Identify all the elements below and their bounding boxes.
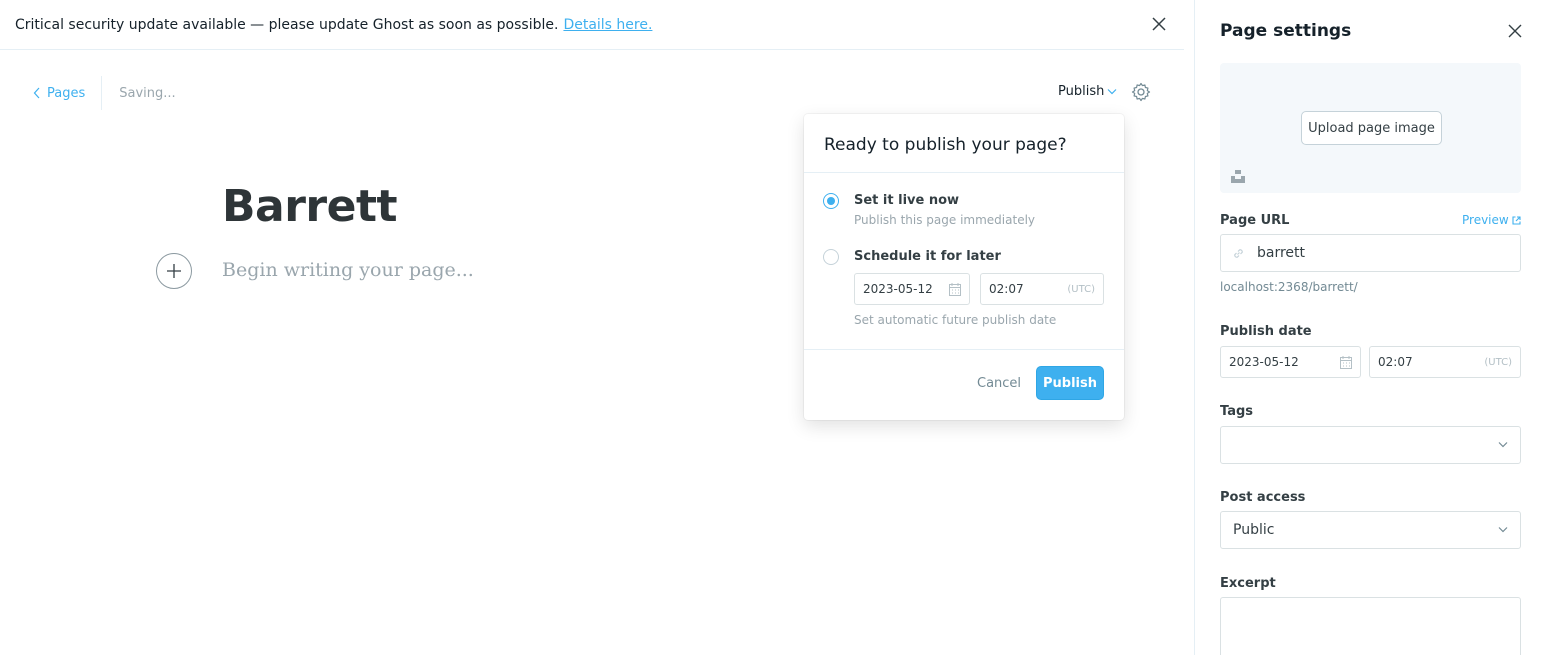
option-later-description: Set automatic future publish date <box>854 313 1057 327</box>
gear-icon[interactable] <box>1131 82 1151 102</box>
unsplash-icon[interactable] <box>1231 169 1245 183</box>
page-title[interactable]: Barrett <box>222 181 398 232</box>
publish-button[interactable]: Publish <box>1036 366 1104 400</box>
chevron-left-icon <box>33 87 40 99</box>
excerpt-textarea[interactable] <box>1220 597 1521 655</box>
security-alert-banner: Critical security update available — ple… <box>0 0 1184 50</box>
publish-date-value: 2023-05-12 <box>1229 355 1299 369</box>
tags-label: Tags <box>1220 404 1254 419</box>
close-icon[interactable] <box>1508 24 1522 38</box>
chevron-down-icon <box>1498 442 1508 448</box>
option-now-title[interactable]: Set it live now <box>854 193 959 208</box>
calendar-icon[interactable] <box>949 283 961 296</box>
publish-time-value: 02:07 <box>1378 355 1413 369</box>
save-status: Saving... <box>119 85 176 101</box>
chevron-down-icon <box>1498 527 1508 533</box>
radio-schedule-later[interactable] <box>823 249 839 265</box>
preview-link[interactable]: Preview <box>1462 213 1521 227</box>
post-access-label: Post access <box>1220 490 1306 505</box>
publish-menu-label: Publish <box>1058 84 1105 99</box>
option-now-description: Publish this page immediately <box>854 213 1036 227</box>
post-access-select[interactable]: Public <box>1220 511 1521 549</box>
page-image-dropzone[interactable]: Upload page image <box>1220 63 1521 193</box>
popup-heading: Ready to publish your page? <box>804 114 1124 173</box>
close-icon[interactable] <box>1150 15 1168 33</box>
alert-message: Critical security update available — ple… <box>15 16 559 33</box>
schedule-time-value: 02:07 <box>989 282 1024 296</box>
publish-popup: Ready to publish your page? Set it live … <box>804 114 1124 420</box>
schedule-time-input[interactable]: 02:07 (UTC) <box>980 273 1104 305</box>
publish-menu-trigger[interactable]: Publish <box>1058 84 1117 99</box>
page-url-value: barrett <box>1257 245 1306 261</box>
schedule-date-input[interactable]: 2023-05-12 <box>854 273 970 305</box>
chevron-down-icon <box>1107 89 1117 95</box>
post-access-value: Public <box>1233 522 1275 538</box>
page-url-input[interactable]: barrett <box>1220 234 1521 272</box>
add-card-button[interactable] <box>156 253 192 289</box>
publish-date-input[interactable]: 2023-05-12 <box>1220 346 1361 378</box>
option-later-title[interactable]: Schedule it for later <box>854 249 1001 264</box>
schedule-timezone: (UTC) <box>1067 283 1095 295</box>
alert-details-link[interactable]: Details here. <box>563 17 652 33</box>
popup-footer: Cancel Publish <box>804 349 1124 420</box>
external-link-icon <box>1512 215 1521 225</box>
page-settings-panel: Page settings Upload page image Page URL… <box>1194 0 1544 655</box>
publish-date-label: Publish date <box>1220 324 1312 339</box>
body-placeholder[interactable]: Begin writing your page... <box>222 259 474 281</box>
publish-time-input[interactable]: 02:07 (UTC) <box>1369 346 1521 378</box>
cancel-button[interactable]: Cancel <box>977 376 1021 391</box>
page-url-label: Page URL <box>1220 213 1290 228</box>
editor-nav: Pages Saving... <box>33 76 176 110</box>
schedule-date-value: 2023-05-12 <box>863 282 933 296</box>
upload-page-image-button[interactable]: Upload page image <box>1301 111 1442 145</box>
page-url-hint: localhost:2368/barrett/ <box>1220 280 1358 294</box>
back-link-label: Pages <box>47 85 86 101</box>
editor-area: Critical security update available — ple… <box>0 0 1194 655</box>
back-to-pages-link[interactable]: Pages <box>33 76 103 110</box>
panel-title: Page settings <box>1220 21 1352 41</box>
link-icon <box>1234 249 1243 258</box>
calendar-icon[interactable] <box>1340 356 1352 369</box>
excerpt-label: Excerpt <box>1220 576 1276 591</box>
radio-set-live-now[interactable] <box>823 193 839 209</box>
plus-icon <box>167 264 181 278</box>
publish-timezone: (UTC) <box>1484 356 1512 368</box>
preview-label: Preview <box>1462 213 1509 227</box>
tags-input[interactable] <box>1220 426 1521 464</box>
